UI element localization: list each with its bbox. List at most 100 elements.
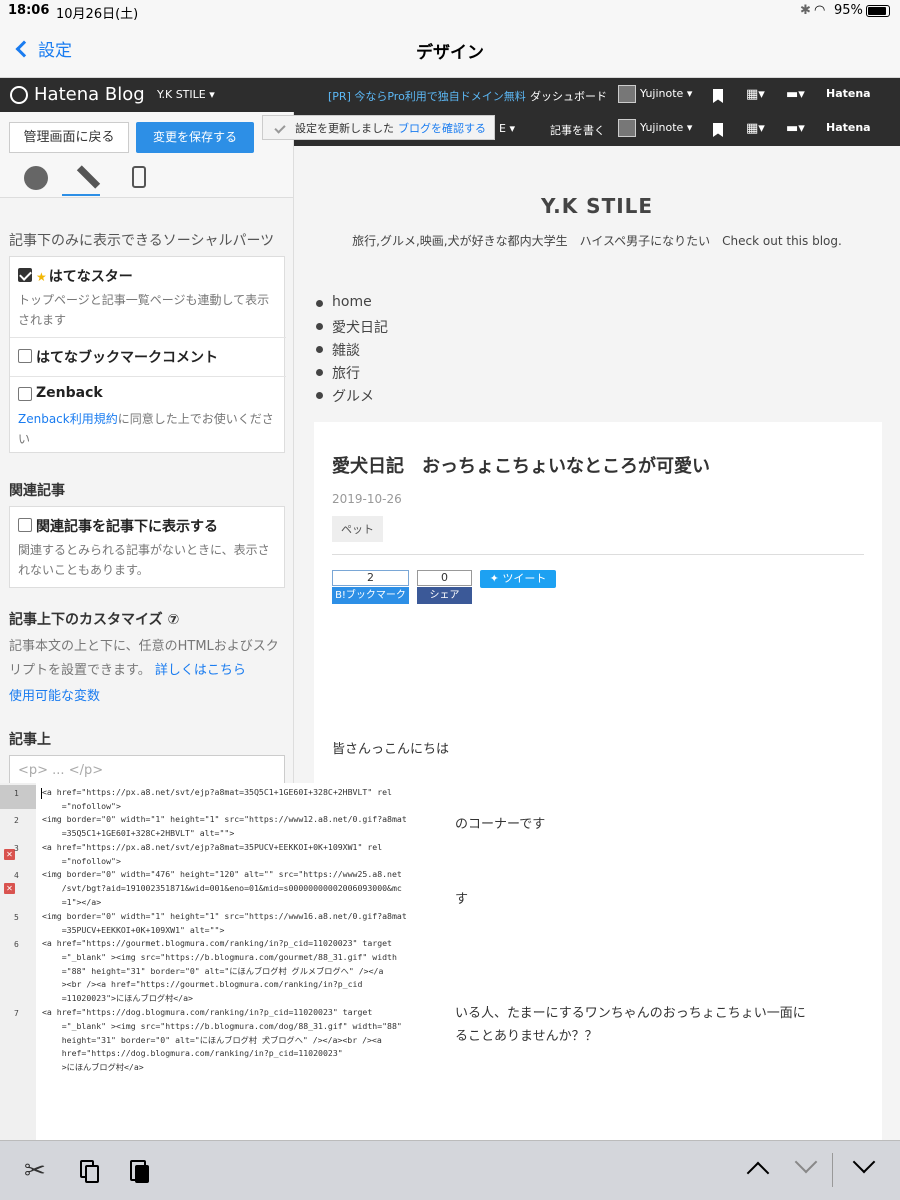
paragraph: のコーナーです <box>455 817 546 832</box>
status-time: 18:06 <box>8 3 50 18</box>
code-line[interactable]: <a href="https://px.a8.net/svt/ejp?a8mat… <box>42 841 382 869</box>
promo-link[interactable]: [PR] 今ならPro利用で独自ドメイン無料 <box>328 88 526 104</box>
paste-icon[interactable] <box>126 1158 154 1184</box>
bookmark-icon[interactable] <box>713 89 723 103</box>
nav-item-chat[interactable]: 雑談 <box>314 340 388 363</box>
tab-design-palette-icon[interactable] <box>24 166 48 190</box>
check-icon <box>274 121 286 134</box>
code-line[interactable]: <a href="https://px.a8.net/svt/ejp?a8mat… <box>42 786 392 814</box>
avatar <box>618 119 636 137</box>
related-card: 関連記事を記事下に表示する 関連するとみられる記事がないときに、表示されないこと… <box>9 506 285 588</box>
activity-icon: ✱ <box>800 3 811 18</box>
fb-label: シェア <box>417 587 472 604</box>
bookmark-label: B!ブックマーク <box>332 587 409 604</box>
blog-tagline: 旅行,グルメ,映画,犬が好きな都内大学生 ハイスペ男子になりたい Check o… <box>352 234 842 248</box>
article-title[interactable]: 愛犬日記 おっちょこちょいなところが可愛い <box>332 452 710 478</box>
copy-icon[interactable] <box>76 1158 104 1184</box>
hatena-bookmark-button[interactable]: 2 B!ブックマーク <box>332 570 409 606</box>
toast-message: 設定を更新しました <box>295 121 394 135</box>
paragraph: ることありませんか？？ <box>455 1029 598 1044</box>
view-blog-link[interactable]: ブログを確認する <box>398 120 486 136</box>
blog-nav: home 愛犬日記 雑談 旅行 グルメ <box>314 294 388 409</box>
nav-item-gourmet[interactable]: グルメ <box>314 386 388 409</box>
nav-item-travel[interactable]: 旅行 <box>314 363 388 386</box>
code-line[interactable]: <img border="0" width="1" height="1" src… <box>42 910 407 938</box>
nav-item-home[interactable]: home <box>314 294 388 317</box>
save-success-toast: 設定を更新しました ブログを確認する <box>262 115 495 140</box>
bookmark-icon[interactable] <box>713 123 723 137</box>
apps-grid-icon[interactable]: ▦▾ <box>746 87 765 102</box>
facebook-share-button[interactable]: 0 シェア <box>417 570 472 606</box>
zenback-checkbox[interactable] <box>18 387 32 401</box>
related-heading: 関連記事 <box>9 483 65 499</box>
blog-selector[interactable]: Y.K STILE ▾ <box>157 88 215 101</box>
keyboard-toolbar: ✂ <box>0 1140 900 1200</box>
write-article-link[interactable]: 記事を書く <box>550 122 605 138</box>
zenback-label: Zenback <box>36 385 103 401</box>
paragraph: 皆さんっこんにちは <box>332 742 450 757</box>
code-line[interactable]: <a href="https://gourmet.blogmura.com/ra… <box>42 937 397 1006</box>
chevron-up-icon[interactable] <box>746 1161 774 1191</box>
variables-link[interactable]: 使用可能な変数 <box>9 685 100 704</box>
zenback-terms-link[interactable]: Zenback利用規約 <box>18 412 118 426</box>
nav-item-dog-diary[interactable]: 愛犬日記 <box>314 317 388 340</box>
hatena-header: Hatena Blog Y.K STILE ▾ [PR] 今ならPro利用で独自… <box>0 78 900 112</box>
hatena-star-desc: トップページと記事一覧ページも連動して表示されます <box>18 293 270 327</box>
tab-customize-wrench-icon[interactable] <box>76 165 101 189</box>
keyboard-dismiss-icon[interactable] <box>852 1150 880 1180</box>
code-line[interactable]: <img border="0" width="476" height="120"… <box>42 868 402 909</box>
notifications-icon[interactable]: ▬▾ <box>786 87 805 102</box>
hatena-brand[interactable]: Hatena <box>826 87 871 100</box>
customize-description-block: 記事本文の上と下に、任意のHTMLおよびスクリプトを設置できます。 詳しくはこち… <box>9 635 285 683</box>
tab-smartphone-icon[interactable] <box>132 166 146 188</box>
user-menu[interactable]: Yujinote ▾ <box>618 85 692 103</box>
bookmark-comment-option[interactable]: はてなブックマークコメント <box>10 338 286 377</box>
tweet-button[interactable]: ✦ ツイート <box>480 570 556 588</box>
hatena-brand-label: Hatena <box>826 87 871 100</box>
above-article-textarea[interactable]: <p> ... </p> <box>9 755 285 785</box>
preview-user-menu[interactable]: Yujinote ▾ <box>618 119 692 137</box>
related-label: 関連記事を記事下に表示する <box>36 519 218 535</box>
screen: 18:06 10月26日(土) ✱ ◠ 95% 設定 デザイン Hatena B… <box>0 0 900 1200</box>
preview-blog-selector[interactable]: E ▾ <box>499 122 515 135</box>
line-gutter <box>0 783 36 1140</box>
hatena-star-option[interactable]: ★ はてなスター トップページと記事一覧ページも連動して表示されます <box>10 257 286 338</box>
save-changes-button[interactable]: 変更を保存する <box>136 122 254 153</box>
twitter-icon: ✦ <box>489 572 499 585</box>
scissors-icon[interactable]: ✂ <box>24 1158 52 1184</box>
line-number: 6 <box>14 940 19 949</box>
bookmark-count: 2 <box>332 570 409 586</box>
code-line[interactable]: <img border="0" width="1" height="1" src… <box>42 813 407 841</box>
bookmark-comment-label: はてなブックマークコメント <box>36 350 218 366</box>
back-to-admin-button[interactable]: 管理画面に戻る <box>9 122 129 153</box>
battery-icon <box>866 5 890 17</box>
fb-count: 0 <box>417 570 472 586</box>
line-number: 7 <box>14 1009 19 1018</box>
hatena-blog-logo[interactable]: Hatena Blog <box>10 84 145 105</box>
apps-grid-icon[interactable]: ▦▾ <box>746 121 765 136</box>
hatena-star-checkbox[interactable] <box>18 268 32 282</box>
toolbar-separator <box>832 1153 833 1187</box>
article-date[interactable]: 2019-10-26 <box>332 492 402 506</box>
category-badge[interactable]: ペット <box>332 516 383 542</box>
blog-title[interactable]: Y.K STILE <box>294 194 900 218</box>
related-checkbox[interactable] <box>18 518 32 532</box>
code-editor[interactable]: ✕ ✕ 1 2 3 4 5 6 7 <a href="https://px.a8… <box>0 783 452 1140</box>
panel-header: 管理画面に戻る 変更を保存する <box>0 112 293 198</box>
chevron-down-icon[interactable] <box>794 1150 822 1180</box>
dashboard-link[interactable]: ダッシュボード <box>530 88 607 104</box>
tweet-label: ツイート <box>502 572 547 585</box>
notifications-icon[interactable]: ▬▾ <box>786 121 805 136</box>
code-line[interactable]: <a href="https://dog.blogmura.com/rankin… <box>42 1006 402 1075</box>
error-icon[interactable]: ✕ <box>4 883 15 894</box>
hatena-brand[interactable]: Hatena <box>826 121 871 134</box>
details-link[interactable]: 詳しくはこちら <box>155 663 246 678</box>
divider <box>332 554 864 555</box>
navigation-bar: 設定 デザイン <box>0 22 900 78</box>
zenback-option[interactable]: Zenback Zenback利用規約に同意した上でお使いください <box>10 377 286 453</box>
bookmark-comment-checkbox[interactable] <box>18 349 32 363</box>
wifi-icon: ◠ <box>814 3 826 18</box>
status-date: 10月26日(土) <box>56 7 139 22</box>
battery-level: 95% <box>834 3 863 18</box>
related-option[interactable]: 関連記事を記事下に表示する 関連するとみられる記事がないときに、表示されないこと… <box>10 507 286 589</box>
